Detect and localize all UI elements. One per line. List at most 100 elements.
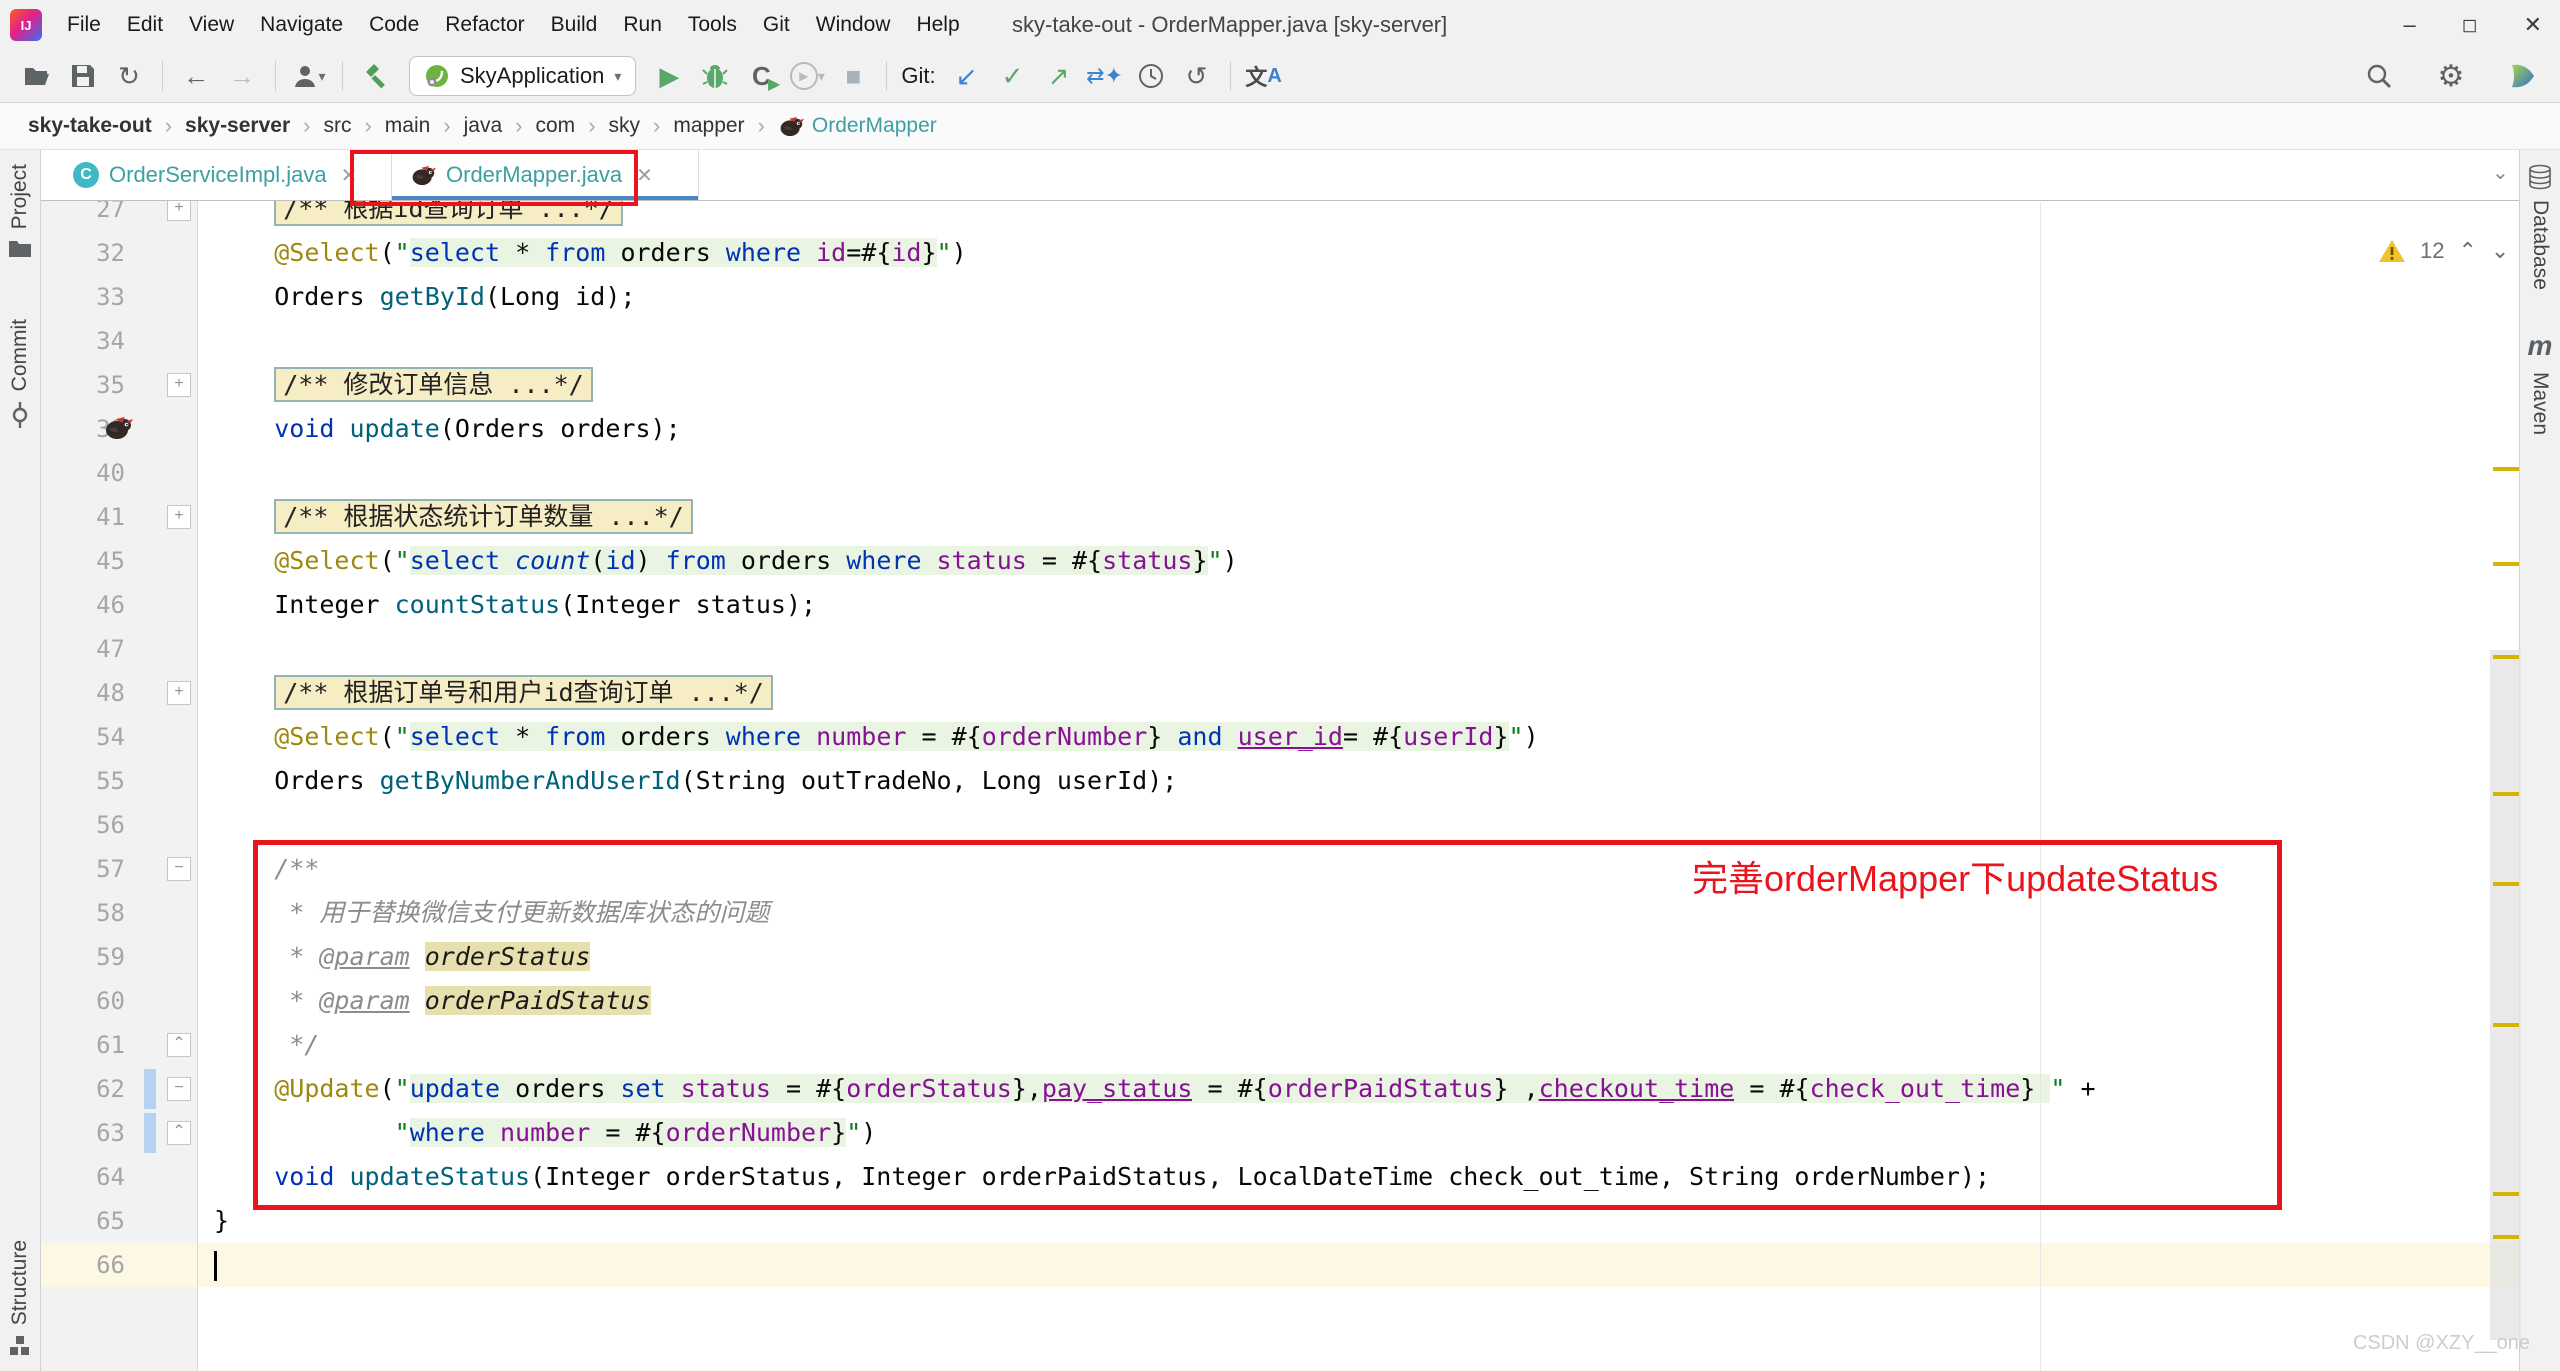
error-stripe-warning-mark[interactable] xyxy=(2493,792,2519,796)
error-stripe-warning-mark[interactable] xyxy=(2493,1023,2519,1027)
plugin-play-icon[interactable] xyxy=(2500,56,2546,96)
code-line-58[interactable]: * 用于替换微信支付更新数据库状态的问题 xyxy=(198,891,2519,935)
breadcrumb-item-sky[interactable]: sky xyxy=(609,114,641,138)
git-fetch-icon[interactable]: ⇄✦ xyxy=(1082,56,1128,96)
tool-window-database[interactable]: Database xyxy=(2528,164,2552,290)
error-stripe-warning-mark[interactable] xyxy=(2493,1235,2519,1239)
stop-icon[interactable]: ■ xyxy=(830,56,876,96)
tab-close-icon[interactable]: ✕ xyxy=(341,163,358,188)
next-warning-icon[interactable]: ⌄ xyxy=(2491,238,2509,264)
profiler-icon[interactable]: ▶ ▾ xyxy=(784,56,830,96)
build-hammer-icon[interactable] xyxy=(353,56,399,96)
hidden-tabs-chevron-icon[interactable]: ⌄ xyxy=(2492,160,2509,185)
code-line-45[interactable]: @Select("select count(id) from orders wh… xyxy=(198,539,2519,583)
breadcrumb-item-mapper[interactable]: mapper xyxy=(673,114,744,138)
error-stripe-warning-mark[interactable] xyxy=(2493,562,2519,566)
fold-marker-icon[interactable]: − xyxy=(167,857,191,881)
fold-marker-icon[interactable]: ⌃ xyxy=(167,1033,191,1057)
code-line-48[interactable]: /** 根据订单号和用户id查询订单 ...*/ xyxy=(198,671,2519,715)
code-line-62[interactable]: @Update("update orders set status = #{or… xyxy=(198,1067,2519,1111)
menu-refactor[interactable]: Refactor xyxy=(445,13,524,37)
breadcrumb-item-java[interactable]: java xyxy=(464,114,503,138)
code-editor[interactable]: 27+32333435+394041+45464748+54555657−585… xyxy=(41,201,2519,1371)
forward-icon[interactable]: → xyxy=(219,56,265,96)
code-line-61[interactable]: */ xyxy=(198,1023,2519,1067)
menu-file[interactable]: File xyxy=(67,13,101,37)
fold-marker-icon[interactable]: + xyxy=(167,505,191,529)
breadcrumb-item-com[interactable]: com xyxy=(536,114,576,138)
menu-view[interactable]: View xyxy=(189,13,234,37)
tool-window-maven[interactable]: m Maven xyxy=(2528,330,2553,435)
code-line-54[interactable]: @Select("select * from orders where numb… xyxy=(198,715,2519,759)
error-stripe-warning-mark[interactable] xyxy=(2493,1192,2519,1196)
profile-icon[interactable]: ▾ xyxy=(286,56,332,96)
open-icon[interactable] xyxy=(14,56,60,96)
menu-tools[interactable]: Tools xyxy=(688,13,737,37)
error-stripe-warning-mark[interactable] xyxy=(2493,882,2519,886)
editor-code-area[interactable]: /** 根据id查询订单 ...*/ @Select("select * fro… xyxy=(198,201,2519,1371)
menu-git[interactable]: Git xyxy=(763,13,790,37)
tool-window-commit[interactable]: Commit xyxy=(8,319,32,427)
error-stripe-warning-mark[interactable] xyxy=(2493,655,2519,659)
menu-code[interactable]: Code xyxy=(369,13,419,37)
menu-window[interactable]: Window xyxy=(816,13,891,37)
sync-icon[interactable]: ↻ xyxy=(106,56,152,96)
tool-window-project[interactable]: Project xyxy=(8,164,32,259)
breadcrumb-item-sky-server[interactable]: sky-server xyxy=(185,114,290,138)
code-line-66[interactable] xyxy=(198,1243,2519,1287)
menu-run[interactable]: Run xyxy=(623,13,662,37)
git-commit-icon[interactable]: ✓ xyxy=(990,56,1036,96)
code-line-46[interactable]: Integer countStatus(Integer status); xyxy=(198,583,2519,627)
menu-edit[interactable]: Edit xyxy=(127,13,163,37)
git-history-icon[interactable] xyxy=(1128,56,1174,96)
git-push-icon[interactable]: ↗ xyxy=(1036,56,1082,96)
fold-marker-icon[interactable]: + xyxy=(167,373,191,397)
maximize-icon[interactable]: ◻ xyxy=(2462,14,2478,37)
code-line-39[interactable]: void update(Orders orders); xyxy=(198,407,2519,451)
breadcrumb-item-src[interactable]: src xyxy=(323,114,351,138)
tab-close-icon[interactable]: ✕ xyxy=(636,163,653,188)
code-line-33[interactable]: Orders getById(Long id); xyxy=(198,275,2519,319)
back-icon[interactable]: ← xyxy=(173,56,219,96)
code-line-65[interactable]: } xyxy=(198,1199,2519,1243)
save-icon[interactable] xyxy=(60,56,106,96)
tab-orderserviceimpl-java[interactable]: COrderServiceImpl.java✕ xyxy=(55,150,392,200)
error-stripe-warning-mark[interactable] xyxy=(2493,467,2519,471)
code-line-57[interactable]: /** xyxy=(198,847,2519,891)
code-line-60[interactable]: * @param orderPaidStatus xyxy=(198,979,2519,1023)
breadcrumb-item-ordermapper[interactable]: OrderMapper xyxy=(778,114,937,138)
code-line-64[interactable]: void updateStatus(Integer orderStatus, I… xyxy=(198,1155,2519,1199)
menu-navigate[interactable]: Navigate xyxy=(260,13,343,37)
translate-icon[interactable]: 文A xyxy=(1241,56,1287,96)
fold-marker-icon[interactable]: ⌃ xyxy=(167,1121,191,1145)
search-icon[interactable] xyxy=(2356,56,2402,96)
code-line-63[interactable]: "where number = #{orderNumber}") xyxy=(198,1111,2519,1155)
tool-window-structure[interactable]: Structure xyxy=(8,1240,32,1357)
code-line-56[interactable] xyxy=(198,803,2519,847)
close-icon[interactable]: ✕ xyxy=(2524,12,2542,38)
breadcrumb-item-sky-take-out[interactable]: sky-take-out xyxy=(28,114,152,138)
code-line-59[interactable]: * @param orderStatus xyxy=(198,935,2519,979)
code-line-55[interactable]: Orders getByNumberAndUserId(String outTr… xyxy=(198,759,2519,803)
fold-marker-icon[interactable]: + xyxy=(167,201,191,221)
code-line-40[interactable] xyxy=(198,451,2519,495)
code-line-32[interactable]: @Select("select * from orders where id=#… xyxy=(198,231,2519,275)
code-line-27[interactable]: /** 根据id查询订单 ...*/ xyxy=(198,201,2519,231)
minimize-icon[interactable]: – xyxy=(2404,12,2416,38)
code-line-47[interactable] xyxy=(198,627,2519,671)
code-line-35[interactable]: /** 修改订单信息 ...*/ xyxy=(198,363,2519,407)
coverage-icon[interactable]: C ▶ xyxy=(738,56,784,96)
git-rollback-icon[interactable]: ↺ xyxy=(1174,56,1220,96)
tab-ordermapper-java[interactable]: OrderMapper.java✕ xyxy=(392,150,699,200)
menu-help[interactable]: Help xyxy=(916,13,959,37)
code-line-41[interactable]: /** 根据状态统计订单数量 ...*/ xyxy=(198,495,2519,539)
prev-warning-icon[interactable]: ⌃ xyxy=(2458,238,2476,264)
git-update-icon[interactable]: ↙ xyxy=(944,56,990,96)
run-configuration-select[interactable]: SkyApplication ▾ xyxy=(409,56,636,96)
fold-marker-icon[interactable]: + xyxy=(167,681,191,705)
run-icon[interactable]: ▶ xyxy=(646,56,692,96)
menu-build[interactable]: Build xyxy=(551,13,598,37)
fold-marker-icon[interactable]: − xyxy=(167,1077,191,1101)
breadcrumb-item-main[interactable]: main xyxy=(385,114,431,138)
settings-icon[interactable]: ⚙ xyxy=(2428,56,2474,96)
